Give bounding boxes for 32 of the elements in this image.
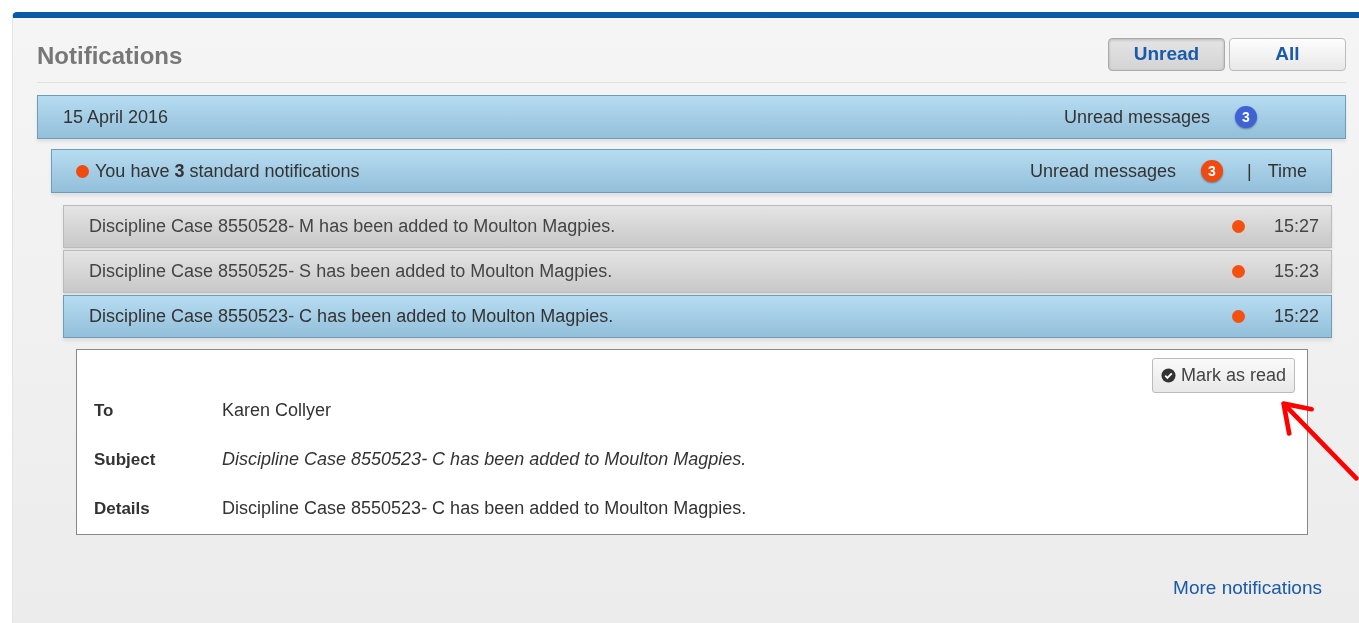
- message-subject: Discipline Case 8550525- S has been added to Moulton Magpies.: [89, 261, 614, 282]
- message-subject: Discipline Case 8550528- M has been added to Moulton Magpies.: [89, 216, 617, 237]
- unread-label: Unread messages: [1063, 106, 1210, 128]
- mark-as-read-button[interactable]: Mark as read: [1151, 358, 1295, 393]
- category-label: You have 3 standard notifications: [95, 160, 361, 182]
- unread-dot-icon: [76, 164, 89, 178]
- filter-button[interactable]: Unread: [1108, 37, 1225, 71]
- field-label: Details: [94, 498, 151, 519]
- message-time: 15:23: [1274, 261, 1321, 282]
- message-row[interactable]: Discipline Case 8550525- S has been added to Moulton Magpies. 15:23: [63, 250, 1332, 293]
- message-time: 15:27: [1274, 216, 1321, 237]
- filter-button[interactable]: All: [1229, 37, 1346, 71]
- separator: |: [1246, 160, 1252, 182]
- panel-title: Notifications: [37, 42, 183, 70]
- date-label: 15 April 2016: [63, 106, 170, 128]
- message-subject: Discipline Case 8550523- C has been added to Moulton Magpies.: [89, 306, 615, 327]
- field-label: Subject: [94, 449, 157, 470]
- unread-label: Unread messages: [1029, 160, 1176, 182]
- field-value: Discipline Case 8550523- C has been added to Moulton Magpies.: [222, 449, 747, 470]
- more-notifications-link[interactable]: More notifications: [1173, 577, 1322, 599]
- unread-count-badge: 3: [1200, 160, 1223, 182]
- category-header[interactable]: You have 3 standard notifications Unread messages 3 | Time: [51, 149, 1332, 193]
- field-value: Karen Collyer: [222, 400, 332, 421]
- field-value: Discipline Case 8550523- C has been added to Moulton Magpies.: [222, 498, 747, 519]
- message-time: 15:22: [1274, 306, 1321, 327]
- unread-count-badge: 3: [1235, 106, 1257, 128]
- time-column-label: Time: [1267, 160, 1307, 182]
- check-circle-icon: [1160, 368, 1176, 383]
- field-label: To: [94, 400, 115, 421]
- message-row[interactable]: Discipline Case 8550523- C has been added to Moulton Magpies. 15:22: [63, 295, 1332, 338]
- message-row[interactable]: Discipline Case 8550528- M has been added to Moulton Magpies. 15:27: [63, 205, 1332, 248]
- date-group-header[interactable]: 15 April 2016 Unread messages 3: [37, 95, 1346, 139]
